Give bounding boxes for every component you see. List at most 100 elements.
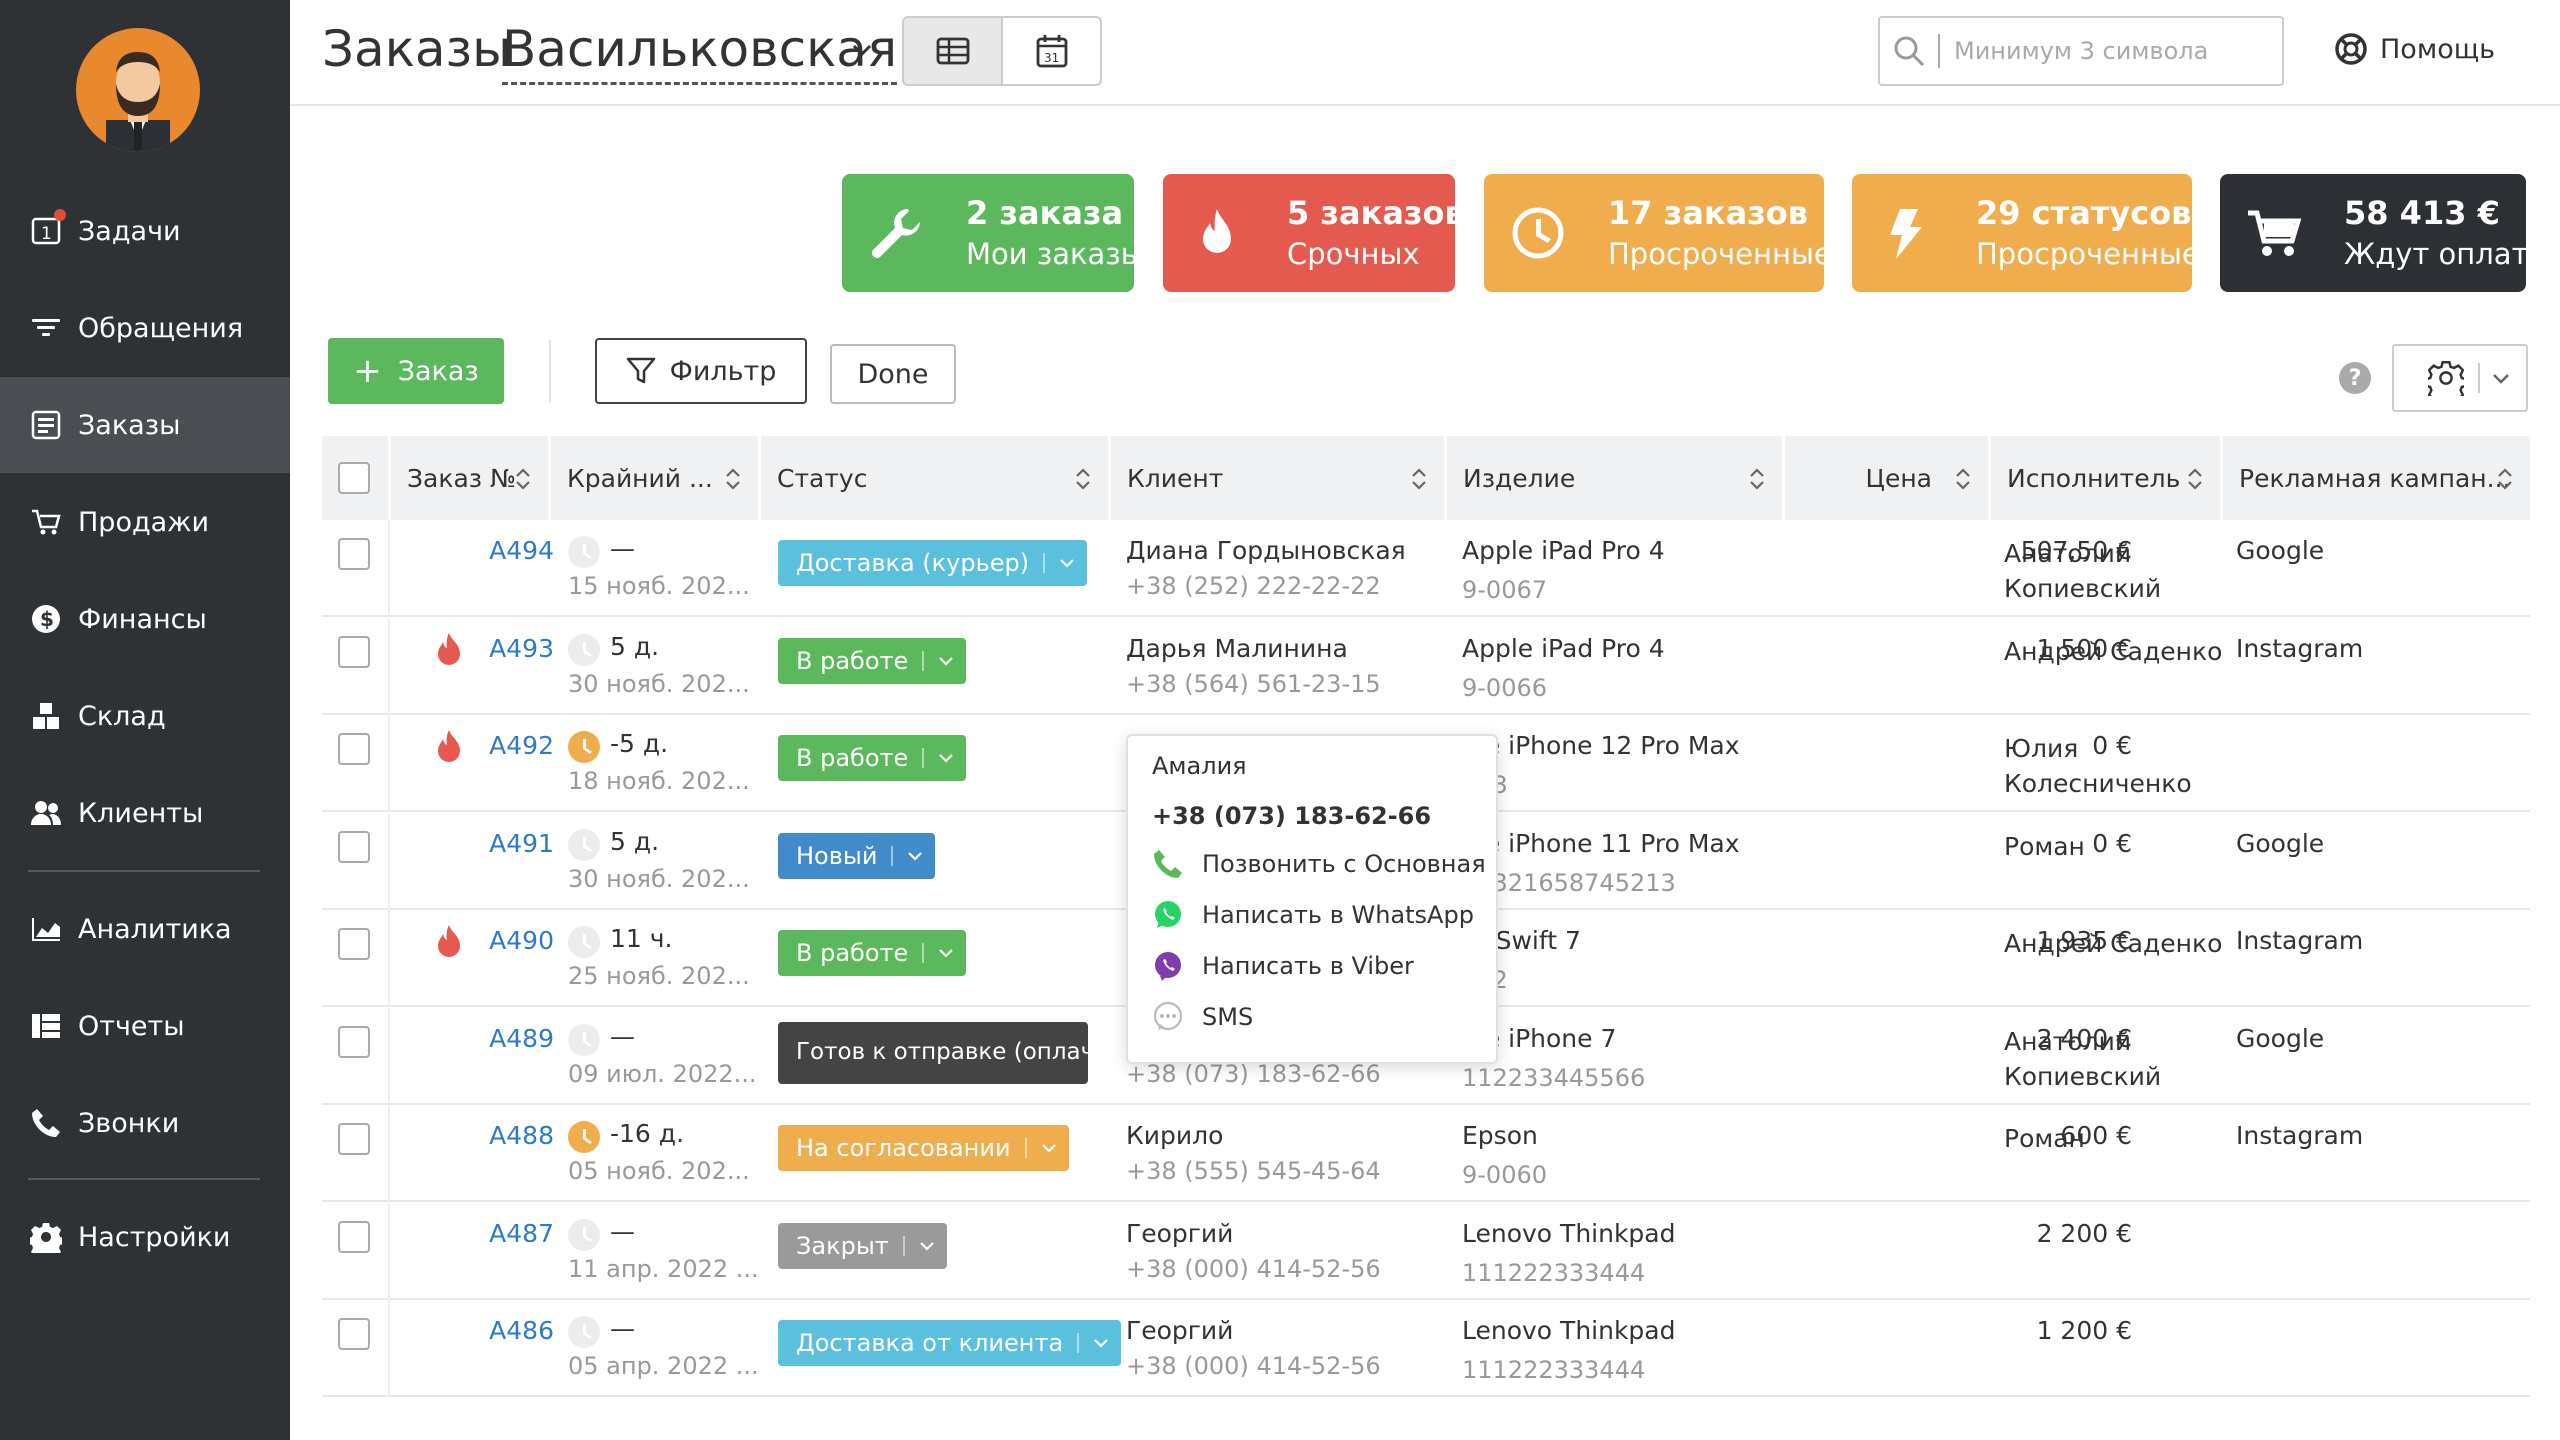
table-row[interactable]: A486 — 05 апр. 2022 ... Доставка от клиента… [322,1300,2530,1397]
sort-icon [1956,468,1970,490]
row-checkbox[interactable] [338,1318,370,1350]
sidebar-item-settings[interactable]: Настройки [0,1189,290,1285]
column-header-executor[interactable]: Исполнитель [1988,436,2220,520]
product-serial: 9-0066 [1462,673,1548,702]
sidebar-item-warehouse[interactable]: Склад [0,668,290,764]
stat-card-awaiting-payment[interactable]: 58 413 € Ждут оплаты [2220,174,2551,292]
row-divider [388,812,390,910]
order-link[interactable]: A494 [474,536,554,565]
done-button[interactable]: Done [830,344,956,404]
sidebar-item-orders[interactable]: Заказы [0,377,290,473]
status-dropdown[interactable]: Доставка от клиента [778,1320,1122,1366]
order-link[interactable]: A486 [474,1316,554,1345]
column-header-status[interactable]: Статус [758,436,1108,520]
status-dropdown[interactable]: Готов к отправке (оплачено) [778,1021,1146,1084]
popup-client-phone[interactable]: +38 (073) 183-62-66 [1152,802,1431,830]
row-divider [388,1300,390,1397]
popup-call-action[interactable]: Позвонить с Основная [1152,848,1486,880]
popup-sms-action[interactable]: SMS [1152,1001,1253,1033]
add-order-button[interactable]: + Заказ [328,338,504,404]
status-dropdown[interactable]: В работе [778,930,967,976]
sidebar-item-clients[interactable]: Клиенты [0,765,290,861]
row-checkbox[interactable] [338,733,370,765]
sidebar-item-requests[interactable]: Обращения [0,280,290,376]
sidebar-item-finance[interactable]: $ Финансы [0,571,290,667]
deadline-value: — [610,1216,635,1246]
table-row[interactable]: A493 5 д. 30 нояб. 202... В работе Дарья Мал… [322,617,2530,715]
row-checkbox[interactable] [338,928,370,960]
column-header-client[interactable]: Клиент [1108,436,1444,520]
table-row[interactable]: A494 — 15 нояб. 202... Доставка (курьер) Диа… [322,520,2530,617]
client-name[interactable]: Георгий [1126,1219,1233,1248]
sidebar-item-tasks[interactable]: 1 Задачи [0,183,290,279]
table-row[interactable]: A488 -16 д. 05 нояб. 202... На согласовании… [322,1105,2530,1202]
search-input[interactable] [1954,37,2254,65]
row-checkbox[interactable] [338,830,370,863]
location-selector[interactable]: Васильковская [502,20,898,85]
sidebar-item-reports[interactable]: Отчеты [0,978,290,1074]
column-header-price[interactable]: Цена [1782,436,1988,520]
sidebar-item-calls[interactable]: Звонки [0,1075,290,1171]
stat-card-overdue-orders[interactable]: 17 заказов Просроченные [1484,174,1832,292]
stat-card-overdue-statuses[interactable]: 29 статусов Просроченные [1852,174,2200,292]
order-link[interactable]: A493 [474,634,554,663]
clock-icon [568,926,600,958]
status-dropdown[interactable]: В работе [778,735,967,781]
status-dropdown[interactable]: В работе [778,637,967,684]
stat-title: 58 413 € [2344,194,2500,232]
column-header-deadline[interactable]: Крайний ... [548,436,758,520]
popup-whatsapp-action[interactable]: Написать в WhatsApp [1152,899,1474,931]
column-header-campaign[interactable]: Рекламная кампан... [2220,436,2530,520]
stat-card-urgent[interactable]: 5 заказов Срочных [1163,174,1465,292]
status-dropdown[interactable]: Новый [778,832,936,879]
chevron-down-icon[interactable] [850,38,874,62]
row-checkbox[interactable] [338,635,370,668]
popup-viber-action[interactable]: Написать в Viber [1152,950,1414,982]
sidebar-item-sales[interactable]: Продажи [0,474,290,570]
order-link[interactable]: A492 [474,731,554,760]
client-phone[interactable]: +38 (252) 222-22-22 [1126,572,1381,600]
calendar-view-button[interactable]: 31 [1001,18,1100,84]
table-row[interactable]: A487 — 11 апр. 2022 ... Закрыт Георгий +38 (0… [322,1202,2530,1300]
select-all-checkbox[interactable] [338,462,370,494]
table-settings-button[interactable] [2392,344,2528,412]
status-dropdown[interactable]: Закрыт [778,1222,947,1269]
avatar[interactable] [76,28,200,152]
order-link[interactable]: A488 [474,1121,554,1150]
client-name[interactable]: Дарья Малинина [1126,634,1348,663]
gear-icon [28,1219,64,1255]
order-link[interactable]: A487 [474,1219,554,1248]
help-question-icon[interactable]: ? [2339,362,2371,394]
status-dropdown[interactable]: Доставка (курьер) [778,540,1088,586]
row-checkbox[interactable] [338,538,370,570]
row-checkbox[interactable] [338,1025,370,1058]
product-name: Epson [1462,1121,1538,1150]
column-header-order-no[interactable]: Заказ № [388,436,548,520]
order-link[interactable]: A489 [474,1024,554,1053]
order-link[interactable]: A491 [474,829,554,858]
client-name[interactable]: Диана Гордыновская [1126,536,1406,565]
table-header: Заказ № Крайний ... Статус Клиент Издели… [322,436,2530,520]
row-checkbox[interactable] [338,1123,370,1155]
sidebar-item-analytics[interactable]: Аналитика [0,881,290,977]
sidebar-divider [28,870,260,872]
client-phone[interactable]: +38 (555) 545-45-64 [1126,1157,1381,1185]
filter-button[interactable]: Фильтр [595,338,807,404]
add-order-label: Заказ [397,355,479,387]
sidebar-item-label: Обращения [78,312,244,344]
client-phone[interactable]: +38 (000) 414-52-56 [1126,1352,1381,1380]
stat-card-my-orders[interactable]: 2 заказа Мои заказы [842,174,1144,292]
column-header-product[interactable]: Изделие [1444,436,1782,520]
order-link[interactable]: A490 [474,926,554,955]
product-serial: 111222333444 [1462,1258,1646,1287]
help-link[interactable]: Помощь [2334,32,2495,66]
deadline-date: 30 нояб. 202... [568,669,750,698]
stat-title: 17 заказов [1608,194,1808,232]
status-dropdown[interactable]: На согласовании [778,1125,1069,1171]
client-phone[interactable]: +38 (000) 414-52-56 [1126,1255,1381,1283]
client-name[interactable]: Георгий [1126,1316,1233,1345]
row-checkbox[interactable] [338,1220,370,1253]
table-view-button[interactable] [904,18,1001,84]
client-name[interactable]: Кирило [1126,1121,1223,1150]
client-phone[interactable]: +38 (564) 561-23-15 [1126,670,1381,698]
